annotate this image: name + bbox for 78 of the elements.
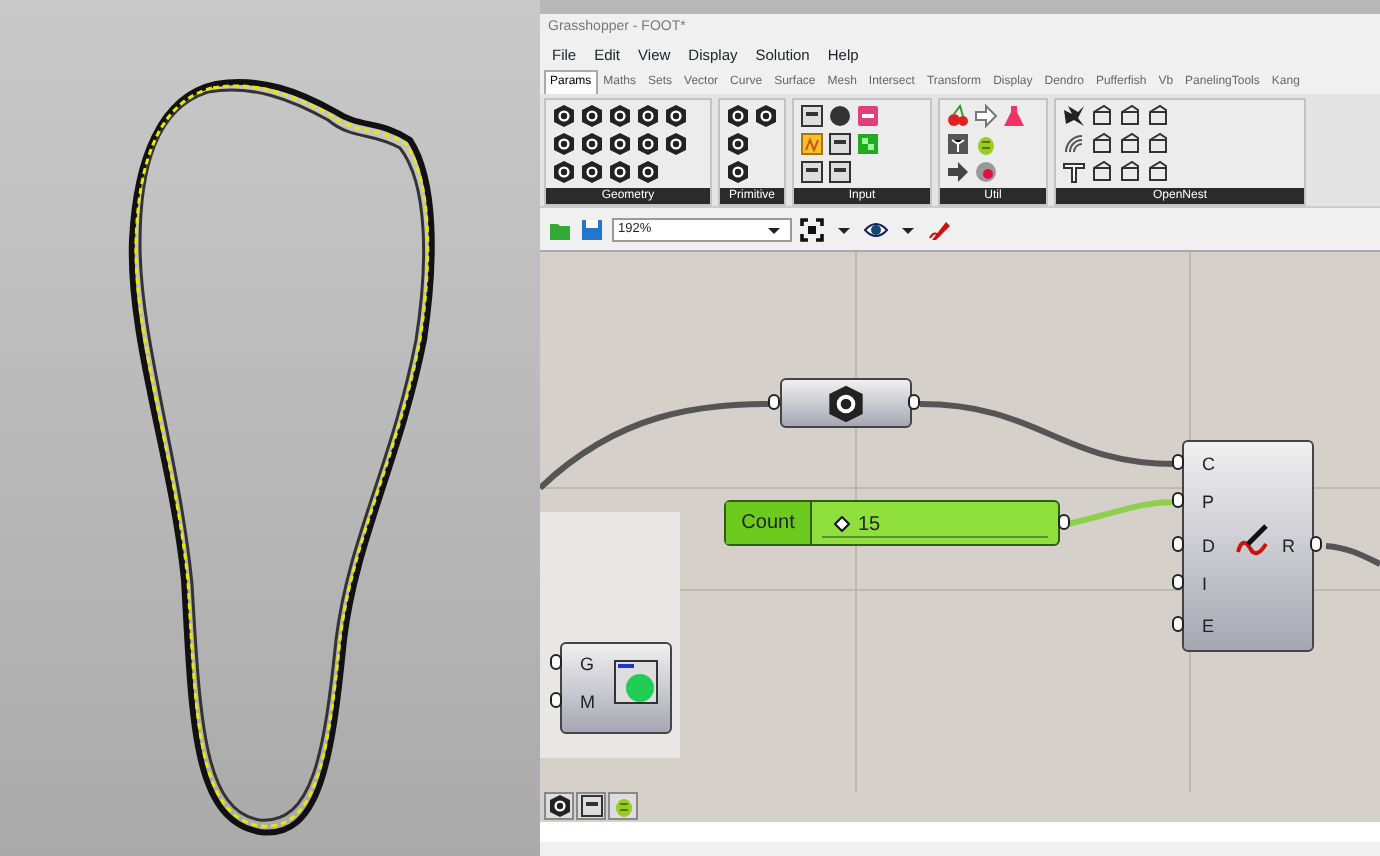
square-icon[interactable] xyxy=(828,160,852,184)
outline-shape-icon[interactable] xyxy=(1146,132,1170,156)
input-label: P xyxy=(1202,490,1215,516)
hexagon-icon[interactable] xyxy=(636,104,660,128)
outline-shape-icon[interactable] xyxy=(1090,132,1114,156)
port-icon[interactable] xyxy=(1172,536,1184,552)
port-icon[interactable] xyxy=(1172,616,1184,632)
port-icon[interactable] xyxy=(908,394,920,410)
letter-shape-icon[interactable] xyxy=(1062,160,1086,184)
hexagon-icon[interactable] xyxy=(547,794,571,818)
slider-thumb[interactable] xyxy=(833,516,850,532)
arrow-icon[interactable] xyxy=(946,160,970,184)
sphere-preview-icon xyxy=(614,660,658,704)
input-label: C xyxy=(1202,452,1215,478)
port-icon[interactable] xyxy=(1172,454,1184,470)
hexagon-icon[interactable] xyxy=(636,132,660,156)
hexagon-icon[interactable] xyxy=(726,132,750,156)
outline-shape-icon[interactable] xyxy=(1118,160,1142,184)
hexagon-icon[interactable] xyxy=(664,132,688,156)
square-icon[interactable] xyxy=(828,132,852,156)
wire xyxy=(1325,543,1380,567)
wire xyxy=(1067,499,1177,527)
outline-shape-icon[interactable] xyxy=(1118,132,1142,156)
input-label: E xyxy=(1202,614,1215,640)
port-icon[interactable] xyxy=(1172,492,1184,508)
input-label: G xyxy=(580,652,595,678)
pen-icon[interactable] xyxy=(928,217,952,241)
hexagon-icon[interactable] xyxy=(608,160,632,184)
hexagon-icon[interactable] xyxy=(636,160,660,184)
arrow-outline-icon[interactable] xyxy=(974,104,998,128)
hexagon-icon[interactable] xyxy=(580,132,604,156)
outline-shape-icon[interactable] xyxy=(1090,104,1114,128)
port-icon[interactable] xyxy=(768,394,780,410)
hexagon-icon[interactable] xyxy=(552,160,576,184)
slider-label: Count xyxy=(726,502,812,544)
square-icon[interactable] xyxy=(579,794,603,818)
square-icon[interactable] xyxy=(800,104,824,128)
hexagon-icon[interactable] xyxy=(552,104,576,128)
zoom-fit-icon[interactable] xyxy=(800,217,824,241)
hexagon-icon[interactable] xyxy=(754,104,778,128)
hexagon-icon[interactable] xyxy=(552,132,576,156)
hexagon-icon[interactable] xyxy=(726,160,750,184)
port-icon[interactable] xyxy=(1058,514,1070,530)
curve-component-node[interactable] xyxy=(1182,440,1314,652)
image-tile-icon[interactable] xyxy=(800,132,824,156)
slider-value: 15 xyxy=(858,512,881,540)
input-label: I xyxy=(1202,572,1208,598)
port-icon[interactable] xyxy=(550,654,562,670)
eye-icon[interactable] xyxy=(864,217,888,241)
geometry-node[interactable] xyxy=(780,378,912,428)
hexagon-icon[interactable] xyxy=(608,132,632,156)
outline-shape-icon[interactable] xyxy=(1090,160,1114,184)
input-label: D xyxy=(1202,534,1215,560)
hexagon-icon[interactable] xyxy=(726,104,750,128)
tree-icon[interactable] xyxy=(946,132,970,156)
port-icon[interactable] xyxy=(1310,536,1322,552)
square-icon[interactable] xyxy=(800,160,824,184)
cherry-icon[interactable] xyxy=(946,104,970,128)
input-label: M xyxy=(580,690,595,716)
hexagon-icon[interactable] xyxy=(664,104,688,128)
hexagon-icon[interactable] xyxy=(580,104,604,128)
hexagon-icon[interactable] xyxy=(580,160,604,184)
output-label: R xyxy=(1282,534,1295,560)
flask-icon[interactable] xyxy=(1002,104,1026,128)
save-icon[interactable] xyxy=(580,217,604,241)
hexagon-icon[interactable] xyxy=(608,104,632,128)
port-icon[interactable] xyxy=(1172,574,1184,590)
outline-shape-icon[interactable] xyxy=(1146,160,1170,184)
number-slider[interactable]: Count 15 xyxy=(724,500,1060,546)
chest-icon[interactable] xyxy=(856,104,880,128)
ball-icon[interactable] xyxy=(974,160,998,184)
outline-shape-icon[interactable] xyxy=(1118,104,1142,128)
slider-track[interactable]: 15 xyxy=(822,508,1048,538)
signal-icon[interactable] xyxy=(1062,132,1086,156)
outline-shape-icon[interactable] xyxy=(1146,104,1170,128)
circle-icon[interactable] xyxy=(828,104,852,128)
port-icon[interactable] xyxy=(550,692,562,708)
hexagon-icon xyxy=(826,383,866,423)
